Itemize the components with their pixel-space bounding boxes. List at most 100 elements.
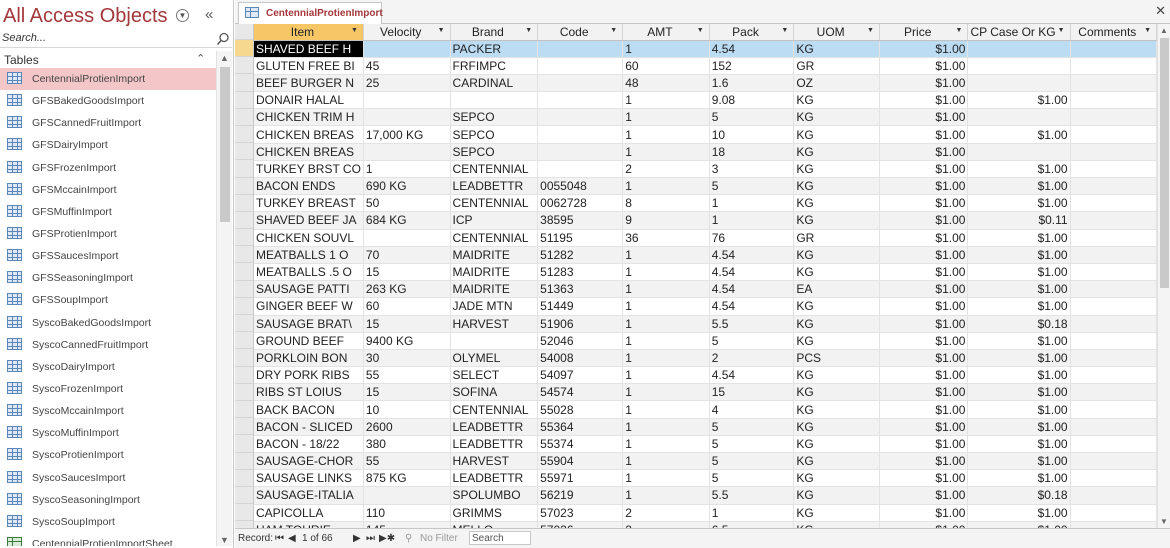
cell-cp-case-or-kg[interactable]: $1.00 <box>967 91 1071 110</box>
table-row[interactable]: GINGER BEEF W 60 JADE MTN 51449 1 4.54 KG $1.00… <box>254 297 1157 316</box>
new-record-button[interactable]: ▶✱ <box>379 533 395 544</box>
cell-velocity[interactable]: 55 <box>363 452 451 471</box>
cell-item[interactable]: SAUSAGE LINKS <box>254 469 364 488</box>
cell-pack[interactable]: 5 <box>709 452 795 471</box>
chevron-down-icon[interactable]: ▼ <box>351 27 358 34</box>
cell-brand[interactable]: CARDINAL <box>450 74 539 93</box>
cell-pack[interactable]: 4.54 <box>709 280 795 299</box>
cell-velocity[interactable] <box>363 229 451 247</box>
cell-cp-case-or-kg[interactable]: $1.00 <box>967 246 1071 264</box>
scroll-down-icon[interactable]: ▼ <box>220 535 229 545</box>
cell-price[interactable]: $1.00 <box>879 177 969 196</box>
cell-item[interactable]: SAUSAGE PATTI <box>254 280 364 299</box>
scroll-down-icon[interactable]: ▼ <box>1160 517 1168 526</box>
cell-comments[interactable] <box>1070 194 1157 213</box>
cell-item[interactable]: GLUTEN FREE BI <box>254 57 364 75</box>
chevron-up-icon[interactable]: ⌃ <box>196 52 205 65</box>
table-row[interactable]: BACON - SLICED 2600 LEADBETTR 55364 1 5 KG $1.0… <box>254 418 1157 436</box>
cell-item[interactable]: HAM TOURIE <box>254 521 364 528</box>
cell-amt[interactable]: 1 <box>622 383 710 402</box>
cell-item[interactable]: CHICKEN BREAS <box>254 143 364 161</box>
cell-comments[interactable] <box>1070 332 1157 350</box>
cell-brand[interactable]: HARVEST <box>450 452 539 471</box>
cell-amt[interactable]: 1 <box>622 332 710 350</box>
cell-cp-case-or-kg[interactable]: $1.00 <box>967 418 1071 436</box>
nav-item-table[interactable]: GFSSeasoningImport <box>0 267 216 289</box>
cell-code[interactable] <box>537 108 624 127</box>
column-header-amt[interactable]: AMT ▼ <box>622 24 710 41</box>
table-row[interactable]: DRY PORK RIBS 55 SELECT 54097 1 4.54 KG $1.00 $1… <box>254 366 1157 385</box>
cell-velocity[interactable]: 70 <box>363 246 451 264</box>
cell-uom[interactable]: KG <box>793 177 880 196</box>
table-row[interactable]: SAUSAGE LINKS 875 KG LEADBETTR 55971 1 5 KG $1.… <box>254 469 1157 488</box>
cell-price[interactable]: $1.00 <box>879 280 969 299</box>
filter-status[interactable]: No Filter <box>420 533 458 544</box>
cell-pack[interactable]: 4.54 <box>709 40 795 58</box>
cell-price[interactable]: $1.00 <box>879 125 969 144</box>
last-record-button[interactable]: ⏭ <box>366 533 375 544</box>
cell-amt[interactable]: 1 <box>622 400 710 419</box>
cell-amt[interactable]: 9 <box>622 211 710 230</box>
cell-item[interactable]: SHAVED BEEF JA <box>254 211 364 230</box>
cell-amt[interactable]: 48 <box>622 74 710 93</box>
cell-code[interactable]: 51282 <box>537 246 624 264</box>
cell-pack[interactable]: 1 <box>709 504 795 522</box>
cell-brand[interactable]: CENTENNIAL <box>450 229 539 247</box>
record-selector[interactable] <box>235 143 253 161</box>
cell-amt[interactable]: 1 <box>622 297 710 316</box>
cell-price[interactable]: $1.00 <box>879 452 969 471</box>
table-row[interactable]: CHICKEN BREAS SEPCO 1 18 KG $1.00 <box>254 143 1157 161</box>
column-header-cp-case-or-kg[interactable]: CP Case Or KG ▼ <box>967 24 1071 41</box>
cell-comments[interactable] <box>1070 211 1157 230</box>
cell-price[interactable]: $1.00 <box>879 366 969 385</box>
cell-comments[interactable] <box>1070 469 1157 488</box>
column-header-pack[interactable]: Pack ▼ <box>709 24 795 41</box>
record-selector[interactable] <box>235 384 253 401</box>
nav-item-table[interactable]: SyscoCannedFruitImport <box>0 334 216 356</box>
cell-code[interactable]: 56219 <box>537 486 624 505</box>
search-icon[interactable] <box>216 32 230 46</box>
cell-brand[interactable]: OLYMEL <box>450 349 539 368</box>
cell-item[interactable]: MEATBALLS 1 O <box>254 246 364 264</box>
cell-item[interactable]: CHICKEN SOUVL <box>254 229 364 247</box>
cell-code[interactable]: 54008 <box>537 349 624 368</box>
cell-amt[interactable]: 2 <box>622 521 710 528</box>
cell-uom[interactable]: KG <box>793 504 880 522</box>
column-header-code[interactable]: Code ▼ <box>537 24 624 41</box>
cell-amt[interactable]: 1 <box>622 263 710 282</box>
current-record-field[interactable]: 1 of 66 <box>302 533 333 544</box>
cell-code[interactable]: 51906 <box>537 315 624 333</box>
table-row[interactable]: BACON - 18/22 380 LEADBETTR 55374 1 5 KG $1.00 $… <box>254 435 1157 454</box>
next-record-button[interactable]: ▶ <box>353 533 361 544</box>
cell-cp-case-or-kg[interactable]: $1.00 <box>967 504 1071 522</box>
nav-item-table[interactable]: SyscoBakedGoodsImport <box>0 312 216 334</box>
table-row[interactable]: TURKEY BREAST 50 CENTENNIAL 0062728 8 1 KG $1.0… <box>254 194 1157 213</box>
cell-brand[interactable]: MAIDRITE <box>450 280 539 299</box>
cell-item[interactable]: SAUSAGE BRAT\ <box>254 315 364 333</box>
nav-item-table[interactable]: SyscoSoupImport <box>0 511 216 533</box>
chevron-down-icon[interactable]: ▼ <box>525 27 532 34</box>
cell-brand[interactable] <box>450 91 539 110</box>
cell-code[interactable] <box>537 74 624 93</box>
cell-comments[interactable] <box>1070 521 1157 528</box>
cell-cp-case-or-kg[interactable]: $0.18 <box>967 486 1071 505</box>
cell-velocity[interactable]: 145 <box>363 521 451 528</box>
nav-item-table[interactable]: SyscoSaucesImport <box>0 467 216 489</box>
nav-item-table[interactable]: GFSProtienImport <box>0 223 216 245</box>
table-row[interactable]: SHAVED BEEF JA 684 KG ICP 38595 9 1 KG $1.00 $0.… <box>254 211 1157 230</box>
cell-pack[interactable]: 5 <box>709 418 795 436</box>
cell-velocity[interactable]: 50 <box>363 194 451 213</box>
cell-price[interactable]: $1.00 <box>879 504 969 522</box>
nav-pane-title[interactable]: All Access Objects <box>3 5 168 28</box>
table-row[interactable]: TURKEY BRST CO 1 CENTENNIAL 2 3 KG $1.00 $1.00 <box>254 160 1157 179</box>
cell-brand[interactable]: CENTENNIAL <box>450 194 539 213</box>
cell-comments[interactable] <box>1070 263 1157 282</box>
cell-price[interactable]: $1.00 <box>879 383 969 402</box>
cell-velocity[interactable] <box>363 108 451 127</box>
cell-item[interactable]: GROUND BEEF <box>254 332 364 350</box>
cell-uom[interactable]: KG <box>793 469 880 488</box>
cell-price[interactable]: $1.00 <box>879 160 969 179</box>
previous-record-button[interactable]: ◀ <box>288 533 296 544</box>
record-selector[interactable] <box>235 263 253 281</box>
cell-cp-case-or-kg[interactable]: $1.00 <box>967 332 1071 350</box>
